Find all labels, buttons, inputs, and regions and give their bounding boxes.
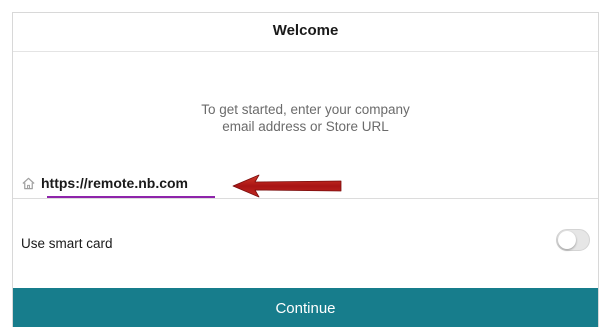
url-field-row	[21, 172, 231, 194]
store-url-input[interactable]	[41, 175, 231, 191]
intro-text: To get started, enter your company email…	[13, 101, 598, 135]
toggle-knob	[558, 231, 576, 249]
header-divider	[13, 51, 598, 52]
smart-card-row: Use smart card	[21, 232, 598, 254]
home-icon	[21, 176, 36, 191]
welcome-screen: Welcome To get started, enter your compa…	[12, 12, 599, 327]
intro-line-1: To get started, enter your company	[201, 102, 410, 117]
smart-card-toggle[interactable]	[556, 229, 590, 251]
smart-card-label: Use smart card	[21, 235, 113, 251]
intro-line-2: email address or Store URL	[222, 119, 389, 134]
continue-button[interactable]: Continue	[13, 288, 598, 327]
red-arrow-icon	[232, 174, 342, 198]
page-title: Welcome	[272, 22, 339, 39]
